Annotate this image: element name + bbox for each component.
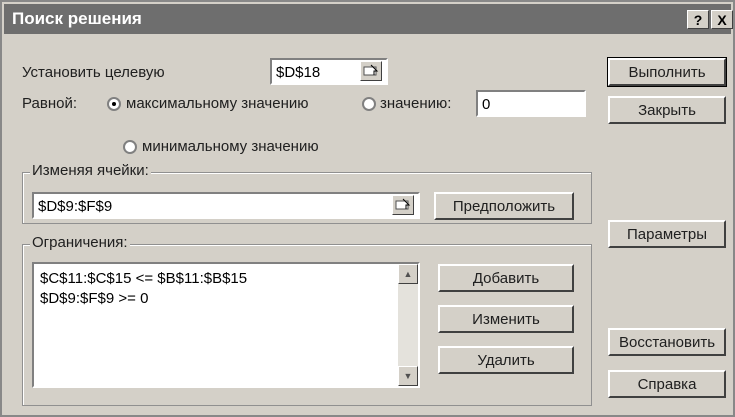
close-button[interactable]: Закрыть	[608, 96, 726, 124]
guess-button[interactable]: Предположить	[434, 192, 574, 220]
changing-ref-icon[interactable]	[392, 195, 414, 215]
add-constraint-button[interactable]: Добавить	[438, 264, 574, 292]
value-radio[interactable]	[362, 97, 376, 111]
max-radio[interactable]	[107, 97, 121, 111]
options-button[interactable]: Параметры	[608, 220, 726, 248]
close-title-button[interactable]: X	[711, 10, 733, 29]
equal-to-label: Равной:	[22, 95, 77, 112]
solve-button[interactable]: Выполнить	[607, 57, 727, 87]
target-cell-label: Установить целевую	[22, 64, 165, 81]
solver-dialog: Поиск решения ? X Установить целевую $D$…	[0, 0, 735, 417]
scroll-down-icon[interactable]: ▼	[398, 366, 418, 386]
reset-button[interactable]: Восстановить	[608, 328, 726, 356]
target-cell-value: $D$18	[276, 64, 321, 81]
max-radio-label: максимальному значению	[126, 95, 309, 112]
constraints-list[interactable]: $C$11:$C$15 <= $B$11:$B$15 $D$9:$F$9 >= …	[32, 262, 420, 388]
constraint-item[interactable]: $C$11:$C$15 <= $B$11:$B$15	[40, 270, 247, 287]
delete-constraint-button[interactable]: Удалить	[438, 346, 574, 374]
changing-cells-value: $D$9:$F$9	[38, 198, 113, 215]
min-radio[interactable]	[123, 140, 137, 154]
changing-cells-label: Изменяя ячейки:	[30, 162, 151, 179]
value-radio-label: значению:	[380, 95, 452, 112]
changing-cells-input[interactable]: $D$9:$F$9	[32, 192, 420, 219]
value-input-text: 0	[482, 96, 491, 113]
constraints-scrollbar[interactable]: ▲ ▼	[398, 264, 418, 386]
change-constraint-button[interactable]: Изменить	[438, 305, 574, 333]
constraints-label: Ограничения:	[30, 234, 130, 251]
title-bar: Поиск решения ? X	[4, 4, 733, 34]
constraint-item[interactable]: $D$9:$F$9 >= 0	[40, 290, 148, 307]
min-radio-label: минимальному значению	[142, 138, 319, 155]
value-input[interactable]: 0	[476, 90, 586, 117]
target-ref-icon[interactable]	[360, 61, 382, 81]
dialog-title: Поиск решения	[12, 9, 142, 28]
help-title-button[interactable]: ?	[687, 10, 709, 29]
scroll-up-icon[interactable]: ▲	[398, 264, 418, 284]
help-button[interactable]: Справка	[608, 370, 726, 398]
